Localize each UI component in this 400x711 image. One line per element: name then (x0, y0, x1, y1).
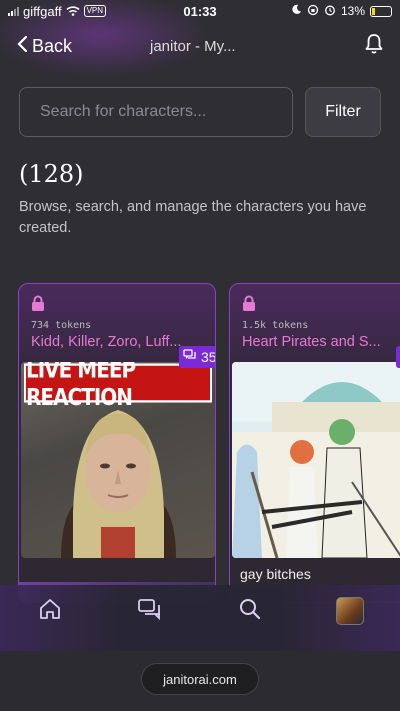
search-box[interactable] (19, 87, 293, 137)
character-image: LIVE MEEP REACTION (21, 362, 215, 558)
battery-icon (370, 5, 392, 17)
battery-percent: 13% (340, 4, 365, 18)
notifications-button[interactable] (364, 33, 384, 60)
status-bar: giffgaff VPN 01:33 13% (0, 0, 400, 22)
token-count: 1.5k tokens (242, 320, 309, 331)
page-description: Browse, search, and manage the character… (19, 199, 367, 236)
profile-button[interactable] (330, 591, 370, 631)
filter-button[interactable]: Filter (305, 87, 381, 137)
image-caption-banner: LIVE MEEP REACTION (24, 362, 212, 411)
moon-icon (291, 4, 302, 18)
anime-illustration (232, 362, 400, 558)
browser-url-area: janitorai.com (0, 651, 400, 711)
chevron-left-icon (16, 35, 28, 58)
lock-icon (31, 295, 45, 316)
token-count: 734 tokens (31, 320, 92, 331)
bell-icon (364, 33, 384, 59)
rotation-lock-icon (307, 4, 319, 19)
wifi-icon (66, 4, 80, 19)
character-count: (128) (19, 160, 84, 188)
search-icon (238, 597, 262, 626)
character-card[interactable]: 1.5k tokens Heart Pirates and S... gay b… (229, 283, 400, 603)
character-image (232, 362, 400, 558)
status-right: 13% (291, 4, 392, 19)
nav-header: Back janitor - My... (0, 26, 400, 66)
signal-icon (8, 6, 19, 16)
page-title: janitor - My... (150, 37, 236, 55)
url-bar[interactable]: janitorai.com (141, 663, 259, 695)
vpn-badge: VPN (83, 5, 107, 17)
character-name: Heart Pirates and S... (242, 334, 381, 350)
chats-icon (137, 597, 163, 626)
chats-button[interactable] (130, 591, 170, 631)
chat-count-badge (396, 346, 400, 368)
lock-icon (242, 295, 256, 316)
avatar (336, 597, 364, 625)
card-caption: gay bitches (240, 566, 311, 582)
search-nav-button[interactable] (230, 591, 270, 631)
chat-count-badge: 35 (179, 346, 216, 368)
carrier-label: giffgaff (23, 3, 62, 19)
character-card[interactable]: 734 tokens Kidd, Killer, Zoro, Luff... L… (18, 283, 216, 603)
home-button[interactable] (30, 591, 70, 631)
chat-icon (183, 349, 197, 365)
chat-count: 35 (201, 349, 216, 365)
back-label: Back (32, 35, 73, 56)
home-icon (38, 597, 62, 626)
bottom-nav (0, 585, 400, 651)
status-left: giffgaff VPN (8, 3, 107, 19)
back-button[interactable]: Back (16, 35, 72, 58)
alarm-icon (324, 4, 336, 19)
search-input[interactable] (40, 103, 272, 121)
